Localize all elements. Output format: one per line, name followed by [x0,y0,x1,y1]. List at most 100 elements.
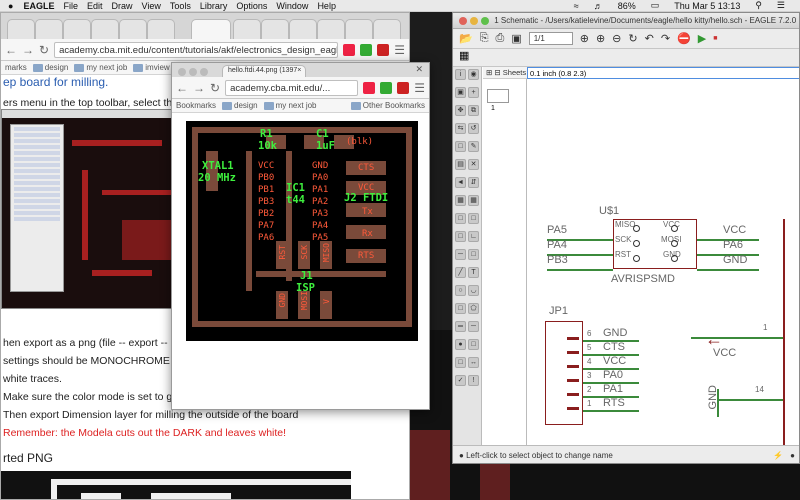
rect-icon[interactable]: □ [455,303,466,314]
menu-icon[interactable]: ☰ [414,81,425,95]
invoke-icon[interactable]: □ [468,249,479,260]
other-bookmarks[interactable]: Other Bookmarks [350,101,425,110]
volume-icon[interactable]: ♬ [594,1,603,11]
wifi-icon[interactable]: ≈ [574,1,579,11]
cam-icon[interactable]: ▣ [511,32,521,45]
tab-image[interactable]: hello.ftdi.44.png (1397× [222,65,306,77]
bookmark-item[interactable]: marks [5,63,27,72]
extension-icon[interactable] [360,43,373,56]
tab[interactable] [119,19,147,39]
menu-edit[interactable]: Edit [87,1,103,11]
gateswap-icon[interactable]: ▦ [468,195,479,206]
bookmark-folder[interactable]: my next job [74,63,127,72]
save-icon[interactable]: ⎘ [480,32,489,45]
extension-icon[interactable] [380,81,393,94]
design-link-icon[interactable]: ■ [713,35,717,42]
sheet-add-icon[interactable]: ⊞ [486,68,492,77]
bookmark-folder[interactable]: imview [133,63,170,72]
adblock-icon[interactable] [377,43,390,56]
value-icon[interactable]: □ [468,213,479,224]
mirror-icon[interactable]: ⇆ [455,123,466,134]
mark-icon[interactable]: + [468,87,479,98]
name-icon[interactable]: □ [455,213,466,224]
menu-file[interactable]: File [63,1,78,11]
clock[interactable]: Thu Mar 5 13:13 [674,1,740,11]
stop-icon[interactable]: ⛔ [677,32,691,45]
bookmark-folder[interactable]: design [32,63,68,72]
attribute-icon[interactable]: □ [455,357,466,368]
battery-icon[interactable]: ▭ [651,0,660,11]
menu-options[interactable]: Options [236,1,267,11]
dimension-icon[interactable]: ↔ [468,357,479,368]
sheet-thumbnail[interactable] [487,89,509,103]
smash-icon[interactable]: □ [455,231,466,242]
battery-percent[interactable]: 86% [618,1,636,11]
menu-library[interactable]: Library [200,1,228,11]
tab[interactable] [147,19,175,39]
change-icon[interactable]: ✎ [468,141,479,152]
tab[interactable] [7,19,35,39]
adblock-icon[interactable] [397,81,410,94]
forward-icon[interactable]: → [22,43,34,57]
info-icon[interactable]: i [455,69,466,80]
tab[interactable] [233,19,261,39]
close-icon[interactable]: ✕ [415,64,423,75]
open-icon[interactable]: 📂 [459,32,473,45]
address-bar[interactable]: academy.cba.mit.edu/content/tutorials/ak… [54,41,339,58]
junction-icon[interactable]: ● [455,339,466,350]
address-bar[interactable]: academy.cba.mit.edu/... [225,79,359,96]
tab[interactable] [345,19,373,39]
extension-icon[interactable] [343,43,356,56]
tab[interactable] [289,19,317,39]
sheet-remove-icon[interactable]: ⊟ [494,68,500,77]
menu-tools[interactable]: Tools [170,1,191,11]
sheet-select[interactable]: 1/1 [528,32,573,45]
bookmark-folder[interactable]: design [222,101,258,110]
copy-icon[interactable]: ⧉ [468,105,479,116]
menu-app-name[interactable]: EAGLE [23,1,54,11]
net-icon[interactable]: ─ [468,321,479,332]
bookmark-item[interactable]: Bookmarks [176,101,216,110]
grid-icon[interactable]: ▦ [459,50,469,62]
tab[interactable] [261,19,289,39]
print-icon[interactable]: ⎙ [496,32,505,45]
miter-icon[interactable]: ∟ [468,231,479,242]
window-controls[interactable] [178,66,211,78]
circle-icon[interactable]: ○ [455,285,466,296]
tab[interactable] [35,19,63,39]
display-icon[interactable]: ▣ [455,87,466,98]
tab[interactable] [63,19,91,39]
erc-icon[interactable]: ✓ [455,375,466,386]
stop-status-icon[interactable]: ● [790,451,795,460]
paste-icon[interactable]: ▤ [455,159,466,170]
tab-active[interactable] [191,19,231,39]
reload-icon[interactable]: ↻ [210,81,220,95]
extension-icon[interactable] [363,81,376,94]
move-icon[interactable]: ✥ [455,105,466,116]
show-icon[interactable]: ◉ [468,69,479,80]
reload-icon[interactable]: ↻ [39,43,49,57]
bus-icon[interactable]: ═ [455,321,466,332]
label-icon[interactable]: □ [468,339,479,350]
rotate-icon[interactable]: ↺ [468,123,479,134]
bookmark-folder[interactable]: my next job [263,101,317,110]
tab[interactable] [317,19,345,39]
window-controls[interactable] [459,16,492,25]
arc-icon[interactable]: ◡ [468,285,479,296]
wire-icon[interactable]: ╱ [455,267,466,278]
menu-help[interactable]: Help [317,1,336,11]
split-icon[interactable]: ─ [455,249,466,260]
notifications-icon[interactable]: ☰ [777,0,785,11]
zoom-fit-icon[interactable]: ⊕ [580,32,589,45]
add-icon[interactable]: ◄ [455,177,466,188]
schematic-canvas[interactable]: U$1 MISO SCK RST VCC MOSI GND AVRISPSMD … [527,79,799,445]
redraw-icon[interactable]: ↻ [628,32,637,45]
tab[interactable] [373,19,401,39]
command-line[interactable]: 0.1 inch (0.8 2.3) [527,67,799,79]
search-icon[interactable]: ⚲ [755,0,762,11]
menu-icon[interactable]: ☰ [394,43,405,57]
polygon-icon[interactable]: ⬠ [468,303,479,314]
tab[interactable] [91,19,119,39]
redo-icon[interactable]: ↷ [661,32,670,45]
back-icon[interactable]: ← [5,43,17,57]
